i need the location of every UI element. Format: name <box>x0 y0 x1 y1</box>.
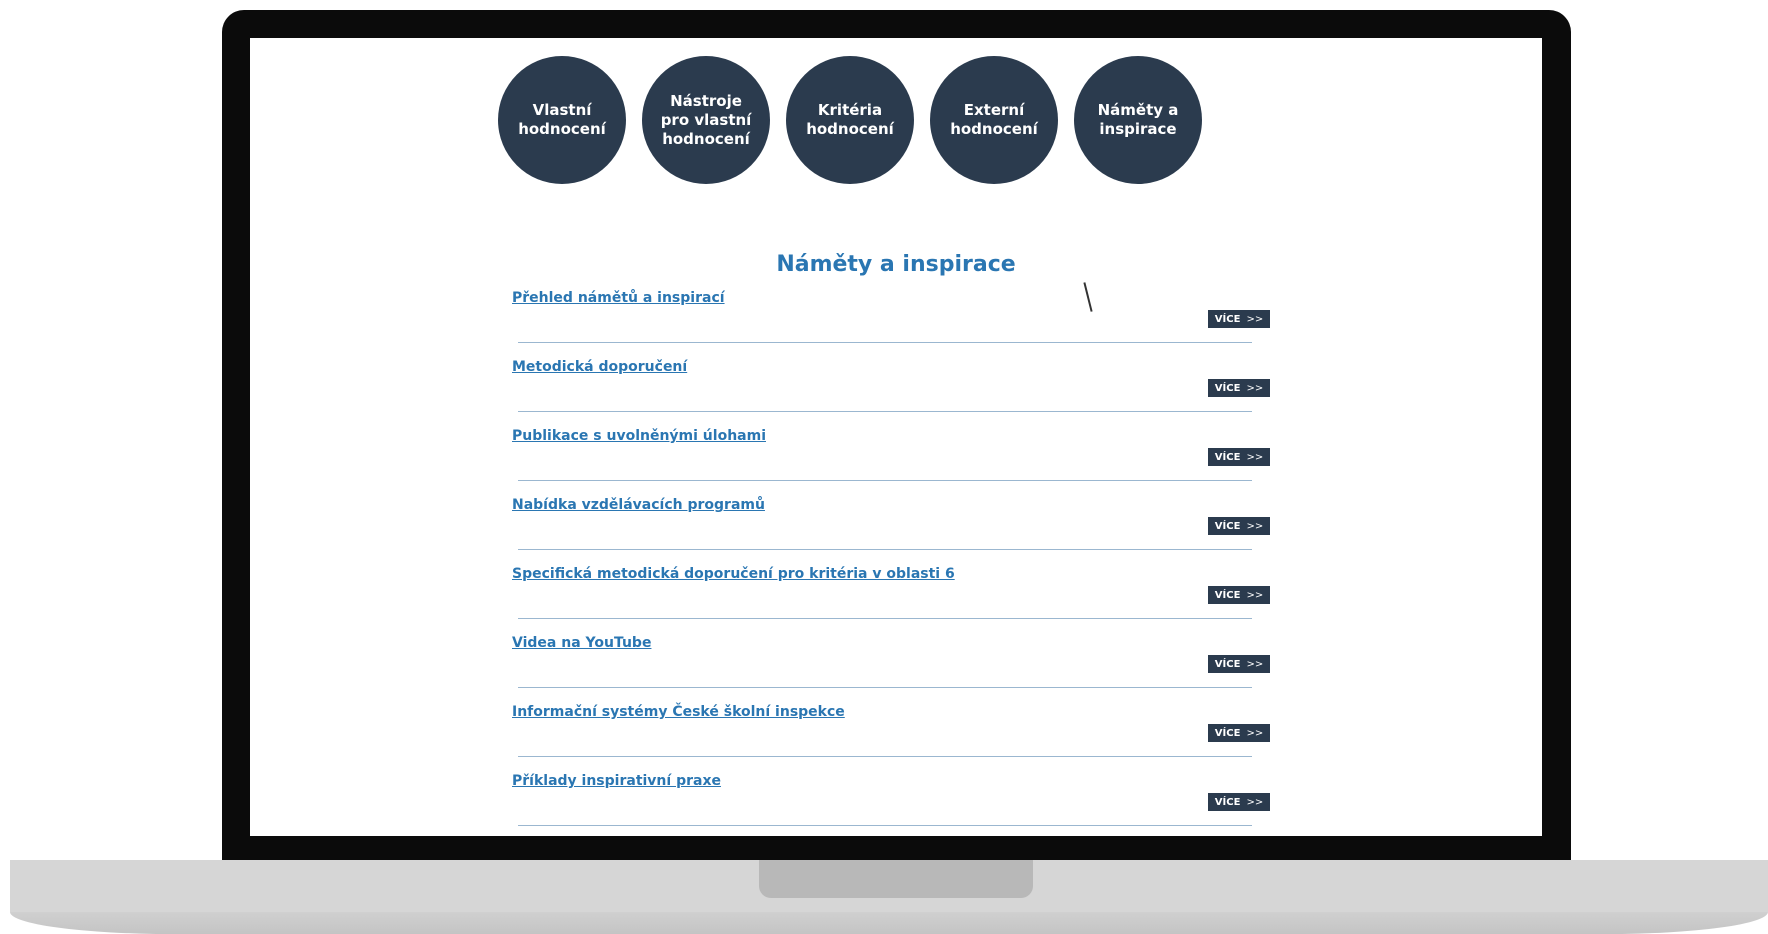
row-divider <box>518 411 1252 412</box>
nav-circle-externi[interactable]: Externí hodnocení <box>930 56 1058 184</box>
row-divider <box>518 480 1252 481</box>
row-divider <box>518 342 1252 343</box>
nav-circle-line: hodnocení <box>950 120 1038 138</box>
nav-circle-line: Kritéria <box>817 101 883 119</box>
more-button[interactable]: VÍCE >> <box>1208 379 1270 397</box>
more-button[interactable]: VÍCE >> <box>1208 448 1270 466</box>
laptop-base-edge <box>10 912 1768 934</box>
nav-circle-nastroje[interactable]: Nástroje pro vlastní hodnocení <box>642 56 770 184</box>
more-button[interactable]: VÍCE >> <box>1208 793 1270 811</box>
nav-circle-line: pro vlastní <box>660 110 752 129</box>
list-item-link[interactable]: Videa na YouTube <box>512 635 651 651</box>
double-chevron-right-icon: >> <box>1246 520 1264 532</box>
laptop-screen: Vlastní hodnocení Nástroje pro vlastní h… <box>250 38 1542 836</box>
nav-circle-vlastni-hodnoceni[interactable]: Vlastní hodnocení <box>498 56 626 184</box>
section-title: Náměty a inspirace <box>776 252 1016 277</box>
double-chevron-right-icon: >> <box>1246 796 1264 808</box>
nav-circle-label: Vlastní hodnocení <box>518 101 606 139</box>
list-item: Videa na YouTube VÍCE >> <box>512 631 1272 700</box>
circle-nav: Vlastní hodnocení Nástroje pro vlastní h… <box>498 56 1238 186</box>
nav-circle-line: hodnocení <box>662 129 750 148</box>
nav-circle-line: hodnocení <box>806 120 894 138</box>
row-divider <box>518 825 1252 826</box>
more-button-label: VÍCE <box>1214 313 1241 325</box>
inspiration-list: Přehled námětů a inspirací VÍCE >> Metod… <box>512 286 1272 836</box>
more-button[interactable]: VÍCE >> <box>1208 517 1270 535</box>
more-button-label: VÍCE <box>1214 589 1241 601</box>
nav-circle-label: Kritéria hodnocení <box>806 101 894 139</box>
nav-circle-label: Externí hodnocení <box>950 101 1038 139</box>
more-button-label: VÍCE <box>1214 520 1241 532</box>
laptop-frame: Vlastní hodnocení Nástroje pro vlastní h… <box>222 10 1571 860</box>
more-button-label: VÍCE <box>1214 727 1241 739</box>
nav-circle-label: Náměty a inspirace <box>1098 101 1179 139</box>
double-chevron-right-icon: >> <box>1246 451 1264 463</box>
nav-circle-line: inspirace <box>1099 120 1177 138</box>
double-chevron-right-icon: >> <box>1246 658 1264 670</box>
laptop-notch <box>759 860 1033 898</box>
row-divider <box>518 618 1252 619</box>
nav-circle-line: Náměty a <box>1097 101 1179 119</box>
more-button-label: VÍCE <box>1214 382 1241 394</box>
list-item-link[interactable]: Příklady inspirativní praxe <box>512 773 721 789</box>
nav-circle-line: Nástroje <box>670 91 742 110</box>
list-item: Nabídka vzdělávacích programů VÍCE >> <box>512 493 1272 562</box>
list-item-link[interactable]: Informační systémy České školní inspekce <box>512 704 845 720</box>
more-button[interactable]: VÍCE >> <box>1208 310 1270 328</box>
list-item-link[interactable]: Publikace s uvolněnými úlohami <box>512 428 766 444</box>
nav-circle-line: Externí <box>963 101 1025 119</box>
row-divider <box>518 687 1252 688</box>
nav-circle-label: Nástroje pro vlastní hodnocení <box>661 92 752 149</box>
more-button[interactable]: VÍCE >> <box>1208 724 1270 742</box>
nav-circle-line: Vlastní <box>532 101 592 119</box>
more-button[interactable]: VÍCE >> <box>1208 655 1270 673</box>
row-divider <box>518 549 1252 550</box>
row-divider <box>518 756 1252 757</box>
list-item: Specifická metodická doporučení pro krit… <box>512 562 1272 631</box>
nav-circle-line: hodnocení <box>518 120 606 138</box>
double-chevron-right-icon: >> <box>1246 382 1264 394</box>
list-item-link[interactable]: Metodická doporučení <box>512 359 687 375</box>
more-button-label: VÍCE <box>1214 658 1241 670</box>
nav-circle-kriteria[interactable]: Kritéria hodnocení <box>786 56 914 184</box>
more-button-label: VÍCE <box>1214 451 1241 463</box>
list-item-link[interactable]: Specifická metodická doporučení pro krit… <box>512 566 955 582</box>
double-chevron-right-icon: >> <box>1246 313 1264 325</box>
more-button[interactable]: VÍCE >> <box>1208 586 1270 604</box>
nav-circle-namety[interactable]: Náměty a inspirace <box>1074 56 1202 184</box>
double-chevron-right-icon: >> <box>1246 589 1264 601</box>
list-item: Publikace s uvolněnými úlohami VÍCE >> <box>512 424 1272 493</box>
list-item: Přehled námětů a inspirací VÍCE >> <box>512 286 1272 355</box>
list-item-link[interactable]: Přehled námětů a inspirací <box>512 290 725 306</box>
double-chevron-right-icon: >> <box>1246 727 1264 739</box>
list-item: Příklady inspirativní praxe VÍCE >> <box>512 769 1272 836</box>
list-item: Informační systémy České školní inspekce… <box>512 700 1272 769</box>
list-item: Metodická doporučení VÍCE >> <box>512 355 1272 424</box>
more-button-label: VÍCE <box>1214 796 1241 808</box>
list-item-link[interactable]: Nabídka vzdělávacích programů <box>512 497 765 513</box>
